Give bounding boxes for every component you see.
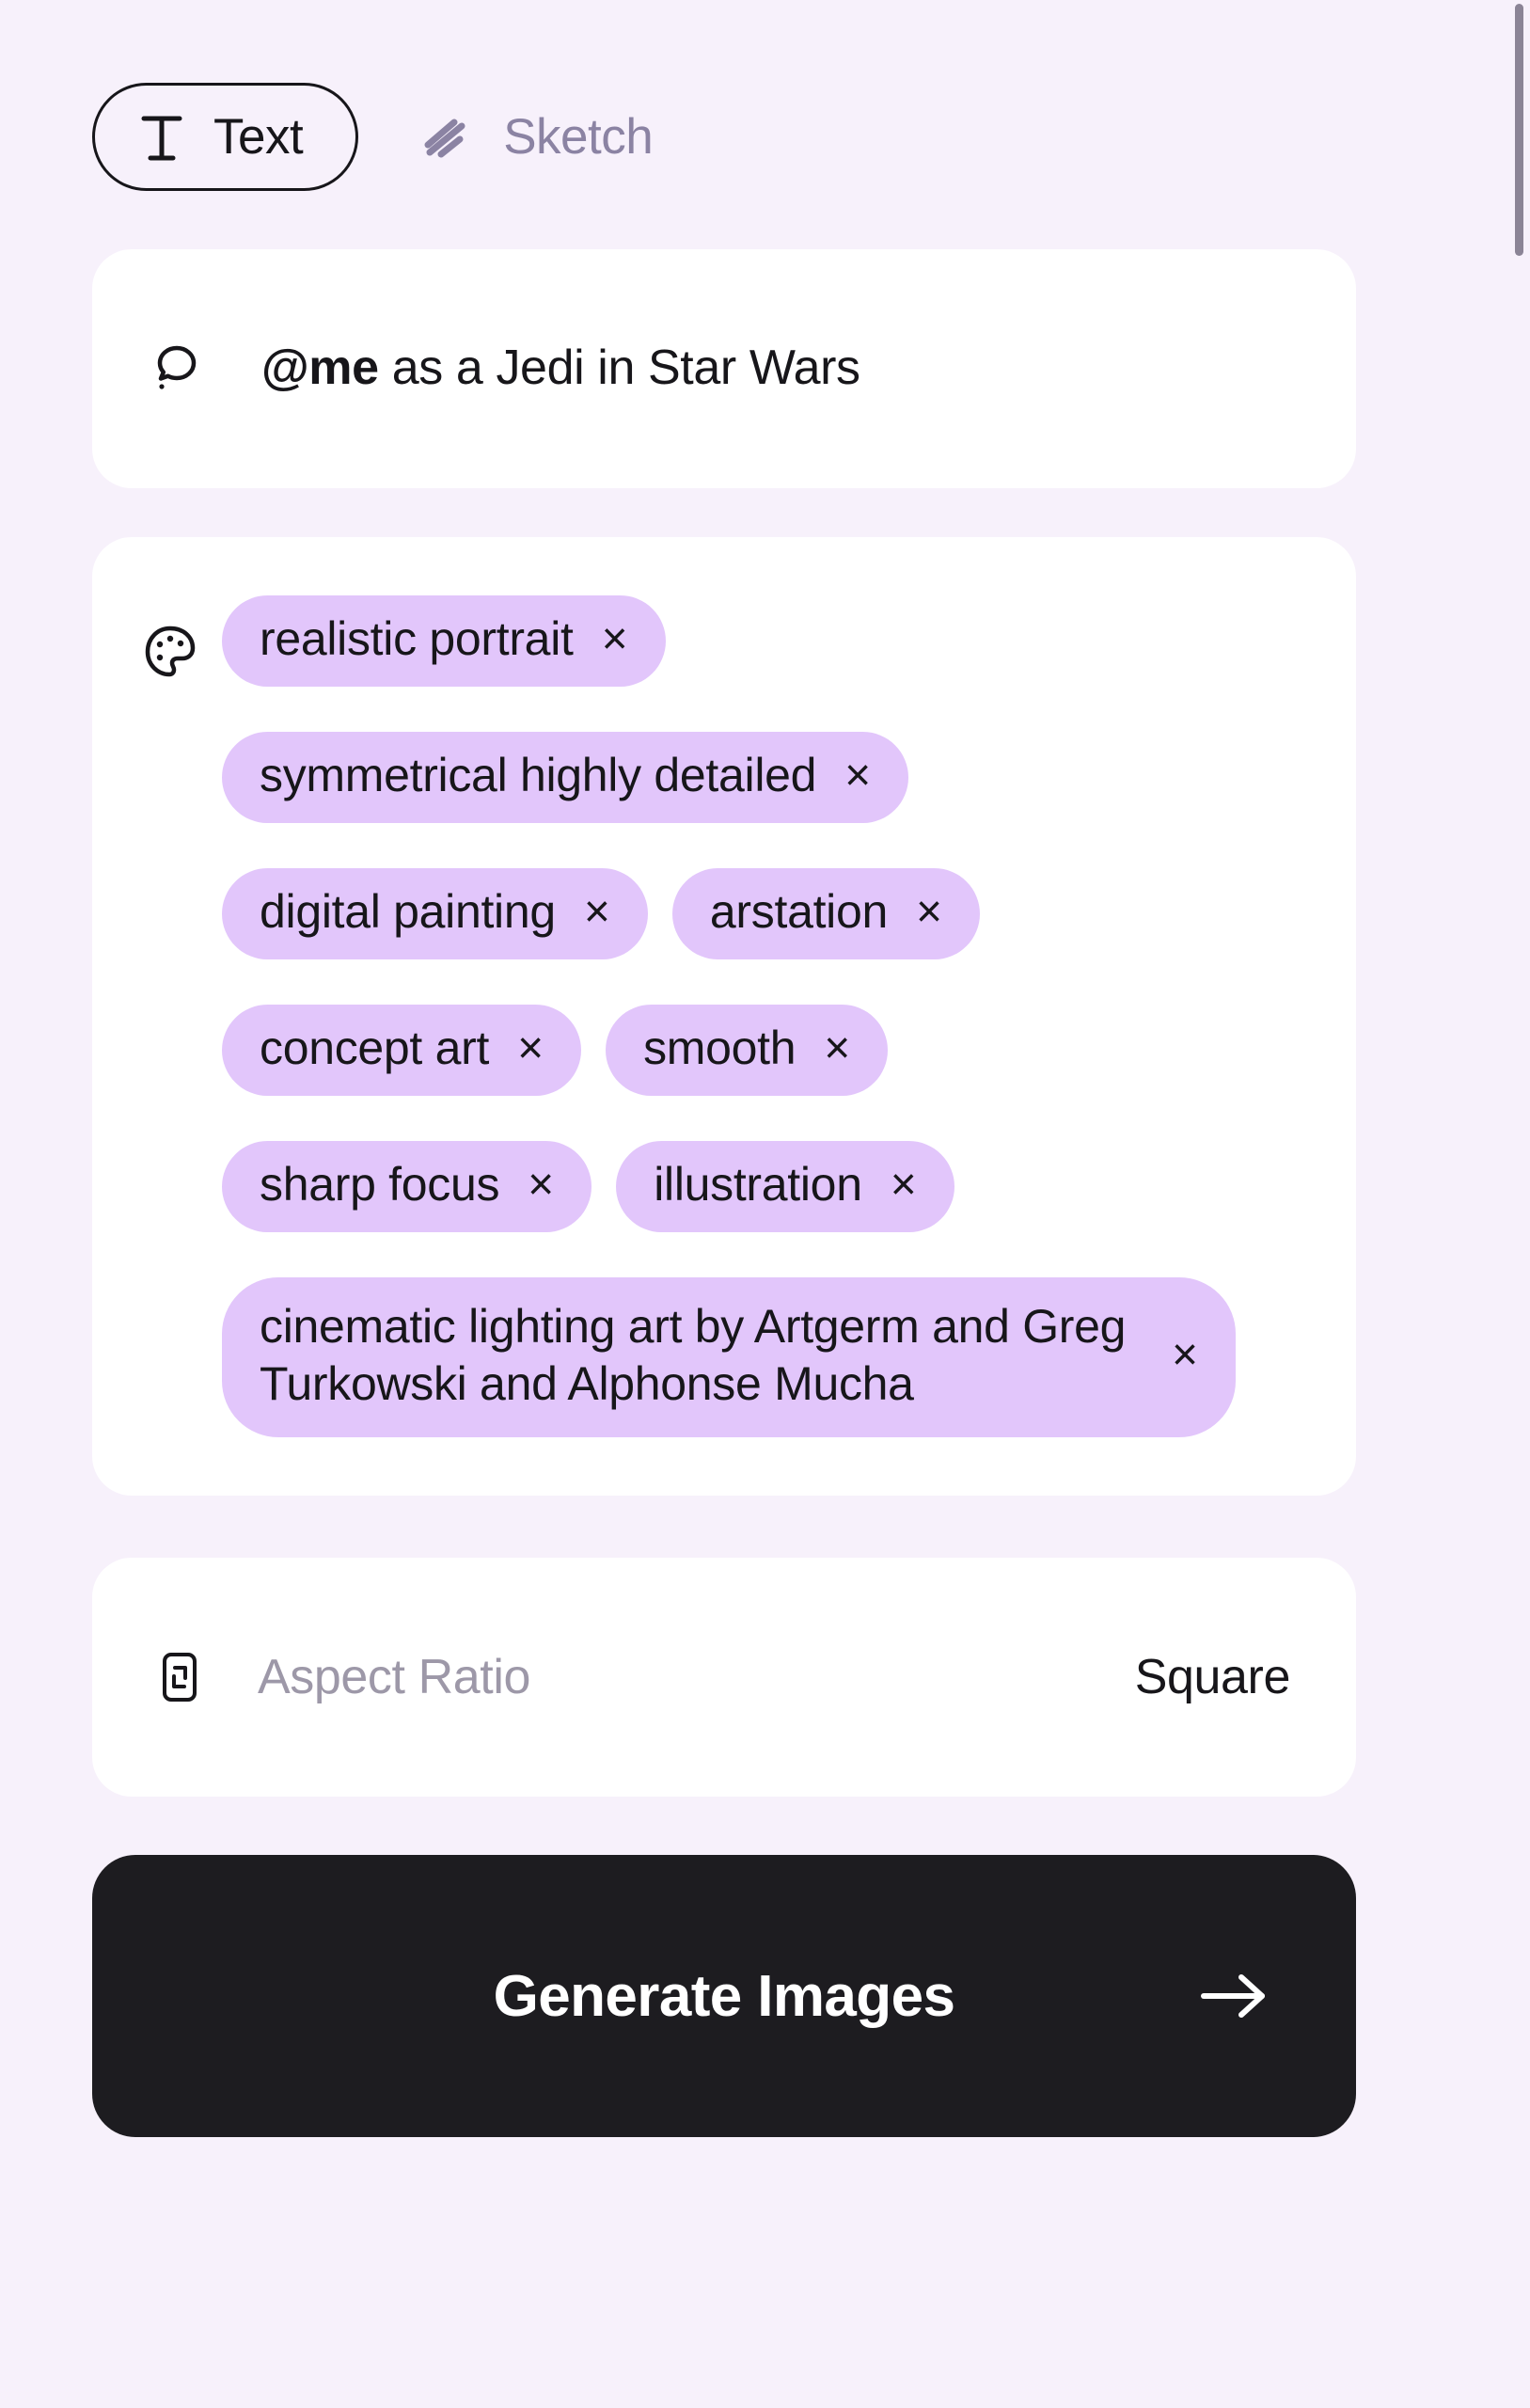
style-tag-label: digital painting bbox=[260, 885, 556, 938]
close-icon[interactable]: × bbox=[824, 1025, 850, 1071]
close-icon[interactable]: × bbox=[891, 1162, 917, 1208]
style-tag-label: sharp focus bbox=[260, 1158, 500, 1211]
tab-sketch[interactable]: Sketch bbox=[420, 108, 654, 166]
sketch-strokes-icon bbox=[420, 113, 473, 162]
close-icon[interactable]: × bbox=[528, 1162, 554, 1208]
generator-panel: Text Sketch @me as a Jedi in Star Wars r… bbox=[0, 0, 1448, 2408]
close-icon[interactable]: × bbox=[517, 1025, 544, 1071]
prompt-row: @me as a Jedi in Star Wars bbox=[152, 341, 1296, 397]
close-icon[interactable]: × bbox=[602, 616, 628, 662]
prompt-mention: @me bbox=[261, 341, 379, 396]
close-icon[interactable]: × bbox=[1172, 1333, 1198, 1378]
aspect-ratio-label: Aspect Ratio bbox=[258, 1650, 531, 1704]
text-format-icon bbox=[140, 113, 183, 162]
arrow-right-icon bbox=[1198, 1969, 1270, 2023]
style-tag[interactable]: arstation × bbox=[671, 868, 981, 959]
style-tag-label: symmetrical highly detailed bbox=[260, 749, 817, 801]
style-tag[interactable]: concept art × bbox=[222, 1005, 582, 1096]
aspect-ratio-icon bbox=[152, 1650, 207, 1704]
style-tag-label: illustration bbox=[654, 1158, 862, 1211]
style-tag[interactable]: illustration × bbox=[616, 1141, 954, 1232]
close-icon[interactable]: × bbox=[584, 889, 610, 935]
prompt-text: @me as a Jedi in Star Wars bbox=[261, 341, 860, 395]
style-tag-label: cinematic lighting art by Artgerm and Gr… bbox=[260, 1300, 1127, 1410]
prompt-rest: as a Jedi in Star Wars bbox=[378, 341, 860, 396]
generate-images-label: Generate Images bbox=[493, 1963, 955, 2029]
style-tag[interactable]: smooth × bbox=[606, 1005, 889, 1096]
style-tag-label: smooth bbox=[643, 1022, 797, 1074]
style-tags-card: realistic portrait × symmetrical highly … bbox=[92, 537, 1356, 1496]
style-tag[interactable]: realistic portrait × bbox=[222, 595, 666, 687]
style-tag[interactable]: cinematic lighting art by Artgerm and Gr… bbox=[222, 1277, 1237, 1437]
close-icon[interactable]: × bbox=[916, 889, 942, 935]
style-tag-label: realistic portrait bbox=[260, 612, 574, 665]
style-tag-label: concept art bbox=[260, 1022, 490, 1074]
aspect-ratio-row[interactable]: Aspect Ratio Square bbox=[92, 1558, 1356, 1797]
aspect-ratio-value[interactable]: Square bbox=[1135, 1649, 1291, 1705]
close-icon[interactable]: × bbox=[844, 752, 871, 799]
tab-text[interactable]: Text bbox=[92, 83, 359, 191]
generate-images-button[interactable]: Generate Images bbox=[92, 1855, 1356, 2137]
prompt-card[interactable]: @me as a Jedi in Star Wars bbox=[92, 249, 1356, 488]
vertical-scrollbar[interactable] bbox=[1513, 0, 1524, 2408]
style-tag-label: arstation bbox=[709, 885, 888, 938]
scrollbar-thumb[interactable] bbox=[1515, 4, 1523, 256]
palette-icon bbox=[141, 622, 199, 680]
style-tag-list: realistic portrait × symmetrical highly … bbox=[222, 595, 1301, 1437]
style-tag[interactable]: symmetrical highly detailed × bbox=[222, 732, 909, 823]
tab-sketch-label: Sketch bbox=[503, 109, 654, 165]
aspect-ratio-left: Aspect Ratio bbox=[152, 1649, 530, 1705]
style-tag[interactable]: digital painting × bbox=[222, 868, 648, 959]
tab-text-label: Text bbox=[213, 109, 304, 165]
speech-bubble-icon bbox=[152, 341, 209, 397]
mode-tab-group: Text Sketch bbox=[92, 0, 1356, 191]
style-tag[interactable]: sharp focus × bbox=[222, 1141, 592, 1232]
